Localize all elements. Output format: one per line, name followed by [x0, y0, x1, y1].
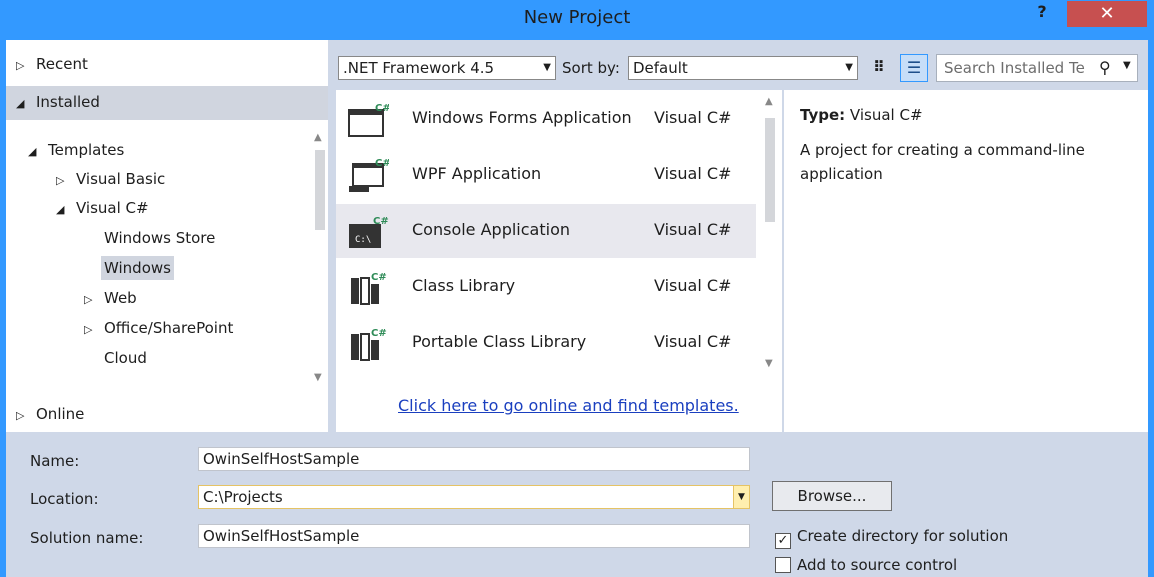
small-icons-view-icon[interactable]: ⠿	[867, 55, 891, 81]
type-line: Type: Visual C#	[800, 106, 923, 124]
tree-item-windows[interactable]: Windows	[101, 254, 174, 282]
close-button[interactable]: ✕	[1067, 1, 1147, 27]
template-list: C# Windows Forms Application Visual C# C…	[336, 90, 782, 432]
recent-header[interactable]: ▷ Recent	[6, 48, 328, 82]
list-item[interactable]: C# Windows Forms Application Visual C#	[336, 92, 756, 146]
template-list-scrollbar[interactable]: ▲ ▼	[762, 90, 778, 375]
class-library-icon: C#	[351, 272, 387, 305]
sort-by-label: Sort by:	[562, 59, 620, 77]
console-app-icon: C:\ C#	[349, 216, 389, 248]
tree-item-web[interactable]: ▷ Web	[84, 284, 137, 312]
collapse-arrow-icon: ◢	[16, 97, 25, 110]
scroll-thumb[interactable]	[765, 118, 775, 222]
add-source-control-checkbox[interactable]: Add to source control	[775, 556, 957, 574]
chevron-down-icon: ▼	[543, 62, 551, 73]
list-item[interactable]: C:\ C# Console Application Visual C#	[336, 204, 756, 258]
help-button[interactable]: ?	[1030, 2, 1054, 28]
checkbox-empty-icon[interactable]	[775, 557, 791, 573]
list-item[interactable]: C# WPF Application Visual C#	[336, 148, 756, 202]
expand-arrow-icon: ▷	[16, 409, 25, 422]
scroll-down-icon[interactable]: ▼	[314, 372, 322, 383]
template-description: A project for creating a command-line ap…	[800, 141, 1085, 183]
svg-text:C#: C#	[375, 103, 389, 114]
tree-item-windows-store[interactable]: Windows Store	[104, 224, 215, 252]
winforms-app-icon: C#	[348, 103, 389, 137]
name-field[interactable]: OwinSelfHostSample	[198, 447, 750, 471]
list-item[interactable]: C# Class Library Visual C#	[336, 260, 756, 314]
details-pane: Type: Visual C# A project for creating a…	[784, 90, 1148, 432]
scroll-thumb[interactable]	[315, 150, 325, 230]
installed-header[interactable]: ◢ Installed	[6, 86, 328, 120]
svg-text:C:\: C:\	[355, 235, 371, 245]
tree-item-office-sharepoint[interactable]: ▷ Office/SharePoint	[84, 314, 233, 342]
search-icon[interactable]: ⚲	[1099, 58, 1111, 77]
scroll-up-icon[interactable]: ▲	[765, 96, 773, 107]
chevron-down-icon[interactable]: ▼	[733, 486, 749, 508]
category-pane: ▷ Recent ◢ Installed ◢ Templates ▷ Visual Ba…	[6, 40, 328, 432]
browse-button[interactable]: Browse...	[772, 481, 892, 511]
online-header[interactable]: ▷ Online	[6, 398, 328, 432]
create-directory-checkbox[interactable]: ✓ Create directory for solution	[775, 527, 1008, 549]
location-field[interactable]: C:\Projects ▼	[198, 485, 750, 509]
location-label: Location:	[30, 490, 99, 508]
list-item[interactable]: C# Portable Class Library Visual C#	[336, 316, 756, 370]
collapse-arrow-icon: ◢	[28, 145, 37, 158]
solution-name-field[interactable]: OwinSelfHostSample	[198, 524, 750, 548]
search-input[interactable]: Search Installed Te ⚲ ▼	[936, 54, 1138, 82]
window-title: New Project	[523, 7, 631, 28]
tree-scrollbar[interactable]: ▲ ▼	[312, 130, 328, 388]
title-bar: New Project ? ✕	[0, 0, 1154, 40]
checkmark-icon[interactable]: ✓	[775, 533, 791, 549]
solution-name-label: Solution name:	[30, 529, 144, 547]
scroll-up-icon[interactable]: ▲	[314, 132, 322, 143]
collapse-arrow-icon: ◢	[56, 203, 65, 216]
svg-text:C#: C#	[371, 272, 387, 283]
template-tree: ◢ Templates ▷ Visual Basic ◢ Visual C# Wind…	[6, 130, 310, 388]
framework-select[interactable]: .NET Framework 4.5 ▼	[338, 56, 556, 80]
scroll-down-icon[interactable]: ▼	[765, 358, 773, 369]
svg-text:C#: C#	[371, 328, 387, 339]
expand-arrow-icon: ▷	[84, 293, 93, 306]
name-label: Name:	[30, 452, 80, 470]
svg-text:C#: C#	[373, 216, 389, 227]
expand-arrow-icon: ▷	[84, 323, 93, 336]
chevron-down-icon[interactable]: ▼	[1123, 60, 1131, 71]
wpf-app-icon: C#	[349, 158, 389, 192]
tree-item-visual-basic[interactable]: ▷ Visual Basic	[56, 165, 165, 193]
tree-item-cloud[interactable]: Cloud	[104, 344, 147, 372]
tree-item-visual-csharp[interactable]: ◢ Visual C#	[56, 194, 149, 222]
portable-class-library-icon: C#	[351, 328, 387, 361]
tree-item-templates[interactable]: ◢ Templates	[28, 136, 124, 164]
online-templates-link[interactable]: Click here to go online and find templat…	[398, 396, 739, 415]
list-view-icon[interactable]: ☰	[900, 54, 928, 82]
sort-select[interactable]: Default ▼	[628, 56, 858, 80]
chevron-down-icon: ▼	[845, 62, 853, 73]
expand-arrow-icon: ▷	[56, 174, 65, 187]
svg-text:C#: C#	[375, 158, 389, 169]
expand-arrow-icon: ▷	[16, 59, 25, 72]
